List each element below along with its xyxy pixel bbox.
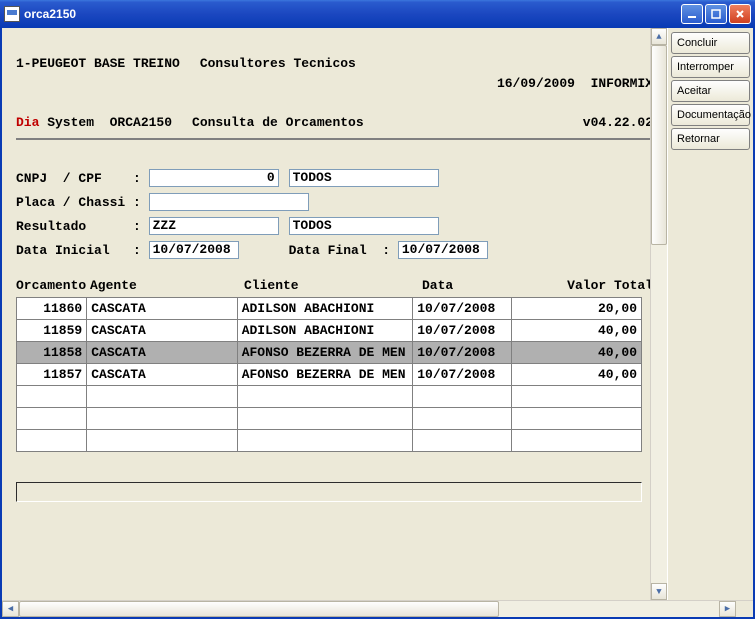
header-company: 1-PEUGEOT BASE TREINO — [16, 54, 180, 113]
cell-orcamento: 11860 — [17, 298, 87, 320]
cell-cliente: AFONSO BEZERRA DE MEN — [237, 364, 413, 386]
scroll-corner — [736, 601, 753, 617]
header-db: INFORMIX — [591, 76, 653, 91]
table-row[interactable]: 11859CASCATAADILSON ABACHIONI10/07/20084… — [17, 320, 642, 342]
divider — [16, 138, 653, 140]
header-module: Consultores Tecnicos — [180, 54, 404, 113]
scroll-down-icon[interactable]: ▼ — [651, 583, 667, 600]
resultado-input[interactable]: ZZZ — [149, 217, 279, 235]
concluir-button[interactable]: Concluir — [671, 32, 750, 54]
placa-input[interactable] — [149, 193, 309, 211]
status-bar — [16, 482, 642, 502]
aceitar-button[interactable]: Aceitar — [671, 80, 750, 102]
placa-label: Placa / Chassi : — [16, 195, 149, 210]
cell-cliente: AFONSO BEZERRA DE MEN — [237, 342, 413, 364]
header-system: System ORCA2150 — [39, 115, 172, 130]
table-row[interactable] — [17, 386, 642, 408]
cell-orcamento: 11858 — [17, 342, 87, 364]
scroll-up-icon[interactable]: ▲ — [651, 28, 667, 45]
cell-data: 10/07/2008 — [413, 364, 511, 386]
data-final-input[interactable]: 10/07/2008 — [398, 241, 488, 259]
table-row[interactable]: 11857CASCATAAFONSO BEZERRA DE MEN10/07/2… — [17, 364, 642, 386]
hscroll-thumb[interactable] — [19, 601, 499, 617]
cell-valor: 20,00 — [511, 298, 641, 320]
cell-data: 10/07/2008 — [413, 320, 511, 342]
results-table[interactable]: 11860CASCATAADILSON ABACHIONI10/07/20082… — [16, 297, 642, 452]
titlebar: orca2150 — [0, 0, 755, 28]
table-row[interactable] — [17, 430, 642, 452]
scroll-right-icon[interactable]: ▶ — [719, 601, 736, 617]
header-screen: Consulta de Orcamentos — [172, 113, 583, 133]
data-inicial-label: Data Inicial : — [16, 243, 149, 258]
cell-agente: CASCATA — [87, 364, 237, 386]
maximize-button[interactable] — [705, 4, 727, 24]
cnpj-input[interactable]: 0 — [149, 169, 279, 187]
col-header-orcamento: Orcamento — [16, 278, 90, 293]
scroll-left-icon[interactable]: ◀ — [2, 601, 19, 617]
cell-cliente: ADILSON ABACHIONI — [237, 320, 413, 342]
retornar-button[interactable]: Retornar — [671, 128, 750, 150]
header-dia: Dia — [16, 115, 39, 130]
col-header-agente: Agente — [90, 278, 244, 293]
interromper-button[interactable]: Interromper — [671, 56, 750, 78]
close-button[interactable] — [729, 4, 751, 24]
cell-valor: 40,00 — [511, 320, 641, 342]
cnpj-desc: TODOS — [289, 169, 439, 187]
data-inicial-input[interactable]: 10/07/2008 — [149, 241, 239, 259]
table-row[interactable]: 11860CASCATAADILSON ABACHIONI10/07/20082… — [17, 298, 642, 320]
col-header-cliente: Cliente — [244, 278, 422, 293]
app-icon — [4, 6, 20, 22]
resultado-desc: TODOS — [289, 217, 439, 235]
documentacao-button[interactable]: Documentação — [671, 104, 750, 126]
cell-agente: CASCATA — [87, 298, 237, 320]
cell-data: 10/07/2008 — [413, 298, 511, 320]
header-date: 16/09/2009 — [497, 76, 575, 91]
table-row[interactable] — [17, 408, 642, 430]
minimize-button[interactable] — [681, 4, 703, 24]
cell-cliente: ADILSON ABACHIONI — [237, 298, 413, 320]
cell-valor: 40,00 — [511, 342, 641, 364]
resultado-label: Resultado : — [16, 219, 149, 234]
cell-valor: 40,00 — [511, 364, 641, 386]
side-panel: Concluir Interromper Aceitar Documentaçã… — [667, 28, 753, 600]
data-final-label: Data Final : — [239, 243, 398, 258]
vscroll-thumb[interactable] — [651, 45, 667, 245]
col-header-data: Data — [422, 278, 522, 293]
main-panel: 1-PEUGEOT BASE TREINO Consultores Tecnic… — [2, 28, 667, 600]
cnpj-label: CNPJ / CPF : — [16, 171, 149, 186]
table-row[interactable]: 11858CASCATAAFONSO BEZERRA DE MEN10/07/2… — [17, 342, 642, 364]
horizontal-scrollbar[interactable]: ◀ ▶ — [2, 600, 753, 617]
header-version: v04.22.02 — [583, 113, 653, 133]
cell-data: 10/07/2008 — [413, 342, 511, 364]
cell-agente: CASCATA — [87, 320, 237, 342]
cell-orcamento: 11859 — [17, 320, 87, 342]
cell-orcamento: 11857 — [17, 364, 87, 386]
col-header-valor: Valor Total — [522, 278, 653, 293]
window-title: orca2150 — [24, 7, 681, 21]
cell-agente: CASCATA — [87, 342, 237, 364]
vertical-scrollbar[interactable]: ▲ ▼ — [650, 28, 667, 600]
